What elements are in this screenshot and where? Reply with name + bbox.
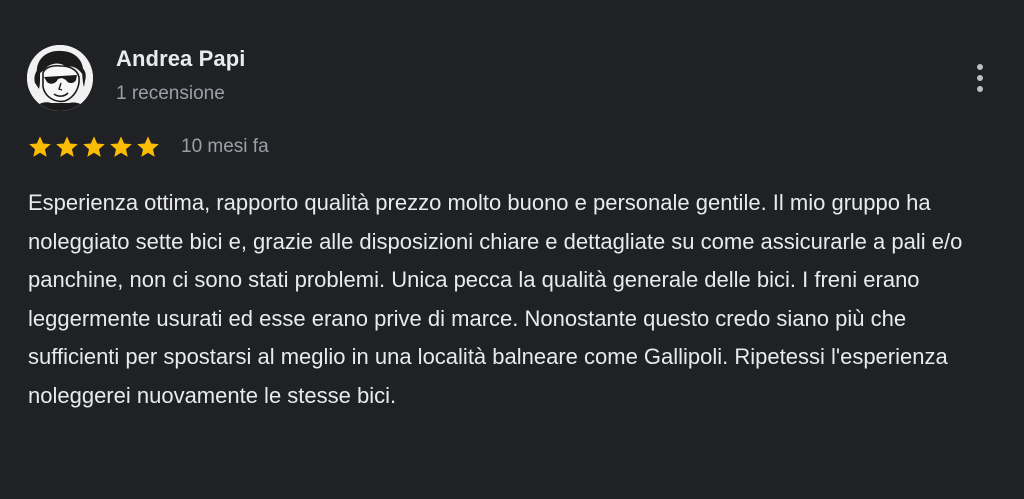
review-text: Esperienza ottima, rapporto qualità prez… — [28, 190, 963, 408]
star-icon — [56, 136, 78, 157]
cartoon-avatar-icon — [27, 45, 93, 111]
review-card: Andrea Papi 1 recensione 10 mesi fa Espe… — [0, 0, 1024, 499]
star-icon — [137, 136, 159, 157]
more-options-button[interactable] — [964, 56, 996, 100]
more-vert-icon — [977, 64, 983, 70]
reviewer-avatar[interactable] — [27, 45, 93, 111]
star-icon — [29, 136, 51, 157]
reviewer-name[interactable]: Andrea Papi — [116, 46, 245, 72]
review-time: 10 mesi fa — [181, 136, 269, 157]
star-icon — [110, 136, 132, 157]
more-vert-icon-dot — [977, 86, 983, 92]
more-vert-icon-dot — [977, 75, 983, 81]
review-count: 1 recensione — [116, 83, 225, 104]
star-icon — [83, 136, 105, 157]
star-rating — [27, 134, 161, 160]
